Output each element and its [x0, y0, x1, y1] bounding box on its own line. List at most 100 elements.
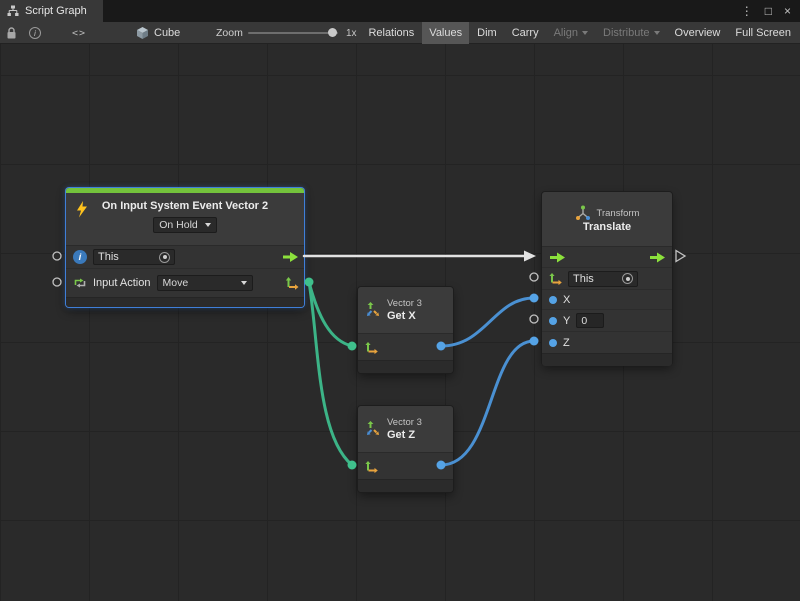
zoom-slider-knob[interactable]: [328, 28, 337, 37]
this-object-field[interactable]: This: [568, 271, 638, 287]
node-transform-translate[interactable]: Transform Translate: [542, 192, 672, 365]
chevron-down-icon: [582, 31, 588, 35]
graph-info-icon[interactable]: [29, 22, 41, 44]
wire-vector2-to-get-x[interactable]: [309, 282, 352, 346]
overview-button[interactable]: Overview: [668, 22, 728, 44]
align-dropdown[interactable]: Align: [547, 22, 595, 44]
transform-input-port-icon[interactable]: [549, 272, 562, 285]
graph-toolbar: <> Cube Zoom 1x Relations Values Dim Car…: [0, 22, 800, 44]
on-hold-dropdown-value: On Hold: [159, 219, 198, 231]
x-label: X: [563, 294, 570, 306]
flow-exit-triangle-port[interactable]: [676, 251, 685, 262]
translate-this-unconnected-port[interactable]: [530, 273, 538, 281]
graph-owner-label: Cube: [154, 27, 180, 39]
event-unconnected-port[interactable]: [53, 278, 61, 286]
flow-ports-row: [542, 247, 672, 267]
node-footer: [358, 360, 453, 373]
y-port[interactable]: [549, 317, 557, 325]
input-action-icon: [73, 276, 87, 290]
transform-icon: [575, 205, 591, 221]
window-controls: ⋮ □ ×: [741, 0, 800, 22]
zoom-slider[interactable]: [248, 22, 338, 44]
node-footer: [66, 297, 304, 307]
code-preview-icon[interactable]: <>: [72, 22, 86, 44]
carry-button[interactable]: Carry: [505, 22, 546, 44]
this-object-field-value: This: [573, 273, 594, 285]
wire-vector2-to-get-z[interactable]: [309, 282, 352, 465]
z-port[interactable]: [549, 339, 557, 347]
input-action-label: Input Action: [93, 277, 151, 289]
chevron-down-icon: [654, 31, 660, 35]
vector2-output-port-icon[interactable]: [285, 276, 299, 290]
x-port-row: X: [542, 289, 672, 309]
get-z-input-port[interactable]: [348, 461, 357, 470]
object-picker-icon[interactable]: [622, 273, 633, 284]
node-footer: [358, 479, 453, 492]
chevron-down-icon: [241, 281, 247, 285]
flow-arrowhead-icon: [524, 251, 536, 262]
this-object-field[interactable]: This: [93, 249, 175, 265]
translate-z-connected-port[interactable]: [530, 337, 539, 346]
vector2-output-port[interactable]: [305, 278, 314, 287]
flow-output-arrow-icon[interactable]: [649, 252, 665, 263]
graph-icon: [7, 5, 19, 17]
this-port-row: This: [66, 246, 304, 268]
get-x-port-row: [358, 333, 453, 360]
node-get-x[interactable]: Vector 3 Get X: [358, 287, 453, 373]
event-node-header[interactable]: On Input System Event Vector 2 On Hold: [66, 193, 304, 245]
this-object-field-value: This: [98, 251, 119, 263]
translate-x-connected-port[interactable]: [530, 294, 539, 303]
wire-get-x-to-x[interactable]: [441, 298, 534, 346]
graph-owner[interactable]: Cube: [136, 22, 180, 44]
maximize-icon[interactable]: □: [765, 0, 772, 22]
node-title: Translate: [583, 221, 631, 233]
node-title: Get X: [387, 310, 422, 323]
get-x-header[interactable]: Vector 3 Get X: [358, 287, 453, 333]
fullscreen-button[interactable]: Full Screen: [728, 22, 798, 44]
node-on-input-system-event-vector2[interactable]: On Input System Event Vector 2 On Hold T…: [66, 188, 304, 307]
vector3-input-port-icon[interactable]: [365, 460, 378, 473]
zoom-slider-track[interactable]: [248, 32, 338, 34]
z-label: Z: [563, 337, 570, 349]
wire-get-z-to-z[interactable]: [441, 341, 534, 465]
node-footer: [542, 353, 672, 366]
on-hold-dropdown[interactable]: On Hold: [153, 217, 217, 233]
lightning-icon: [75, 201, 88, 218]
menu-icon[interactable]: ⋮: [741, 0, 753, 22]
input-action-dropdown[interactable]: Move: [157, 275, 253, 291]
flow-input-arrow-icon[interactable]: [549, 252, 565, 263]
dim-button[interactable]: Dim: [470, 22, 504, 44]
close-icon[interactable]: ×: [784, 0, 791, 22]
node-category: Transform: [597, 208, 640, 219]
y-label: Y: [563, 315, 570, 327]
get-z-port-row: [358, 452, 453, 479]
script-machine-icon: [73, 250, 87, 264]
values-button[interactable]: Values: [422, 22, 469, 44]
x-port[interactable]: [549, 296, 557, 304]
tab-script-graph[interactable]: Script Graph: [0, 0, 103, 22]
distribute-dropdown[interactable]: Distribute: [596, 22, 666, 44]
translate-body: This X Y 0 Z: [542, 246, 672, 353]
translate-header[interactable]: Transform Translate: [542, 192, 672, 246]
object-picker-icon[interactable]: [159, 252, 170, 263]
vector3-icon: [365, 302, 381, 318]
event-unconnected-port[interactable]: [53, 252, 61, 260]
graph-canvas[interactable]: On Input System Event Vector 2 On Hold T…: [0, 44, 800, 601]
node-category: Vector 3: [387, 297, 422, 310]
y-port-row: Y 0: [542, 309, 672, 331]
zoom-label: Zoom: [216, 22, 243, 44]
translate-y-unconnected-port[interactable]: [530, 315, 538, 323]
zoom-value: 1x: [346, 22, 357, 44]
chevron-down-icon: [205, 223, 211, 227]
get-x-input-port[interactable]: [348, 342, 357, 351]
cube-icon: [136, 26, 149, 40]
relations-button[interactable]: Relations: [361, 22, 421, 44]
get-z-header[interactable]: Vector 3 Get Z: [358, 406, 453, 452]
tab-title: Script Graph: [25, 5, 87, 17]
lock-icon[interactable]: [6, 22, 17, 44]
flow-output-arrow-icon[interactable]: [282, 252, 298, 263]
y-value-input[interactable]: 0: [576, 313, 604, 328]
vector3-input-port-icon[interactable]: [365, 341, 378, 354]
node-get-z[interactable]: Vector 3 Get Z: [358, 406, 453, 492]
tab-bar: Script Graph ⋮ □ ×: [0, 0, 800, 22]
